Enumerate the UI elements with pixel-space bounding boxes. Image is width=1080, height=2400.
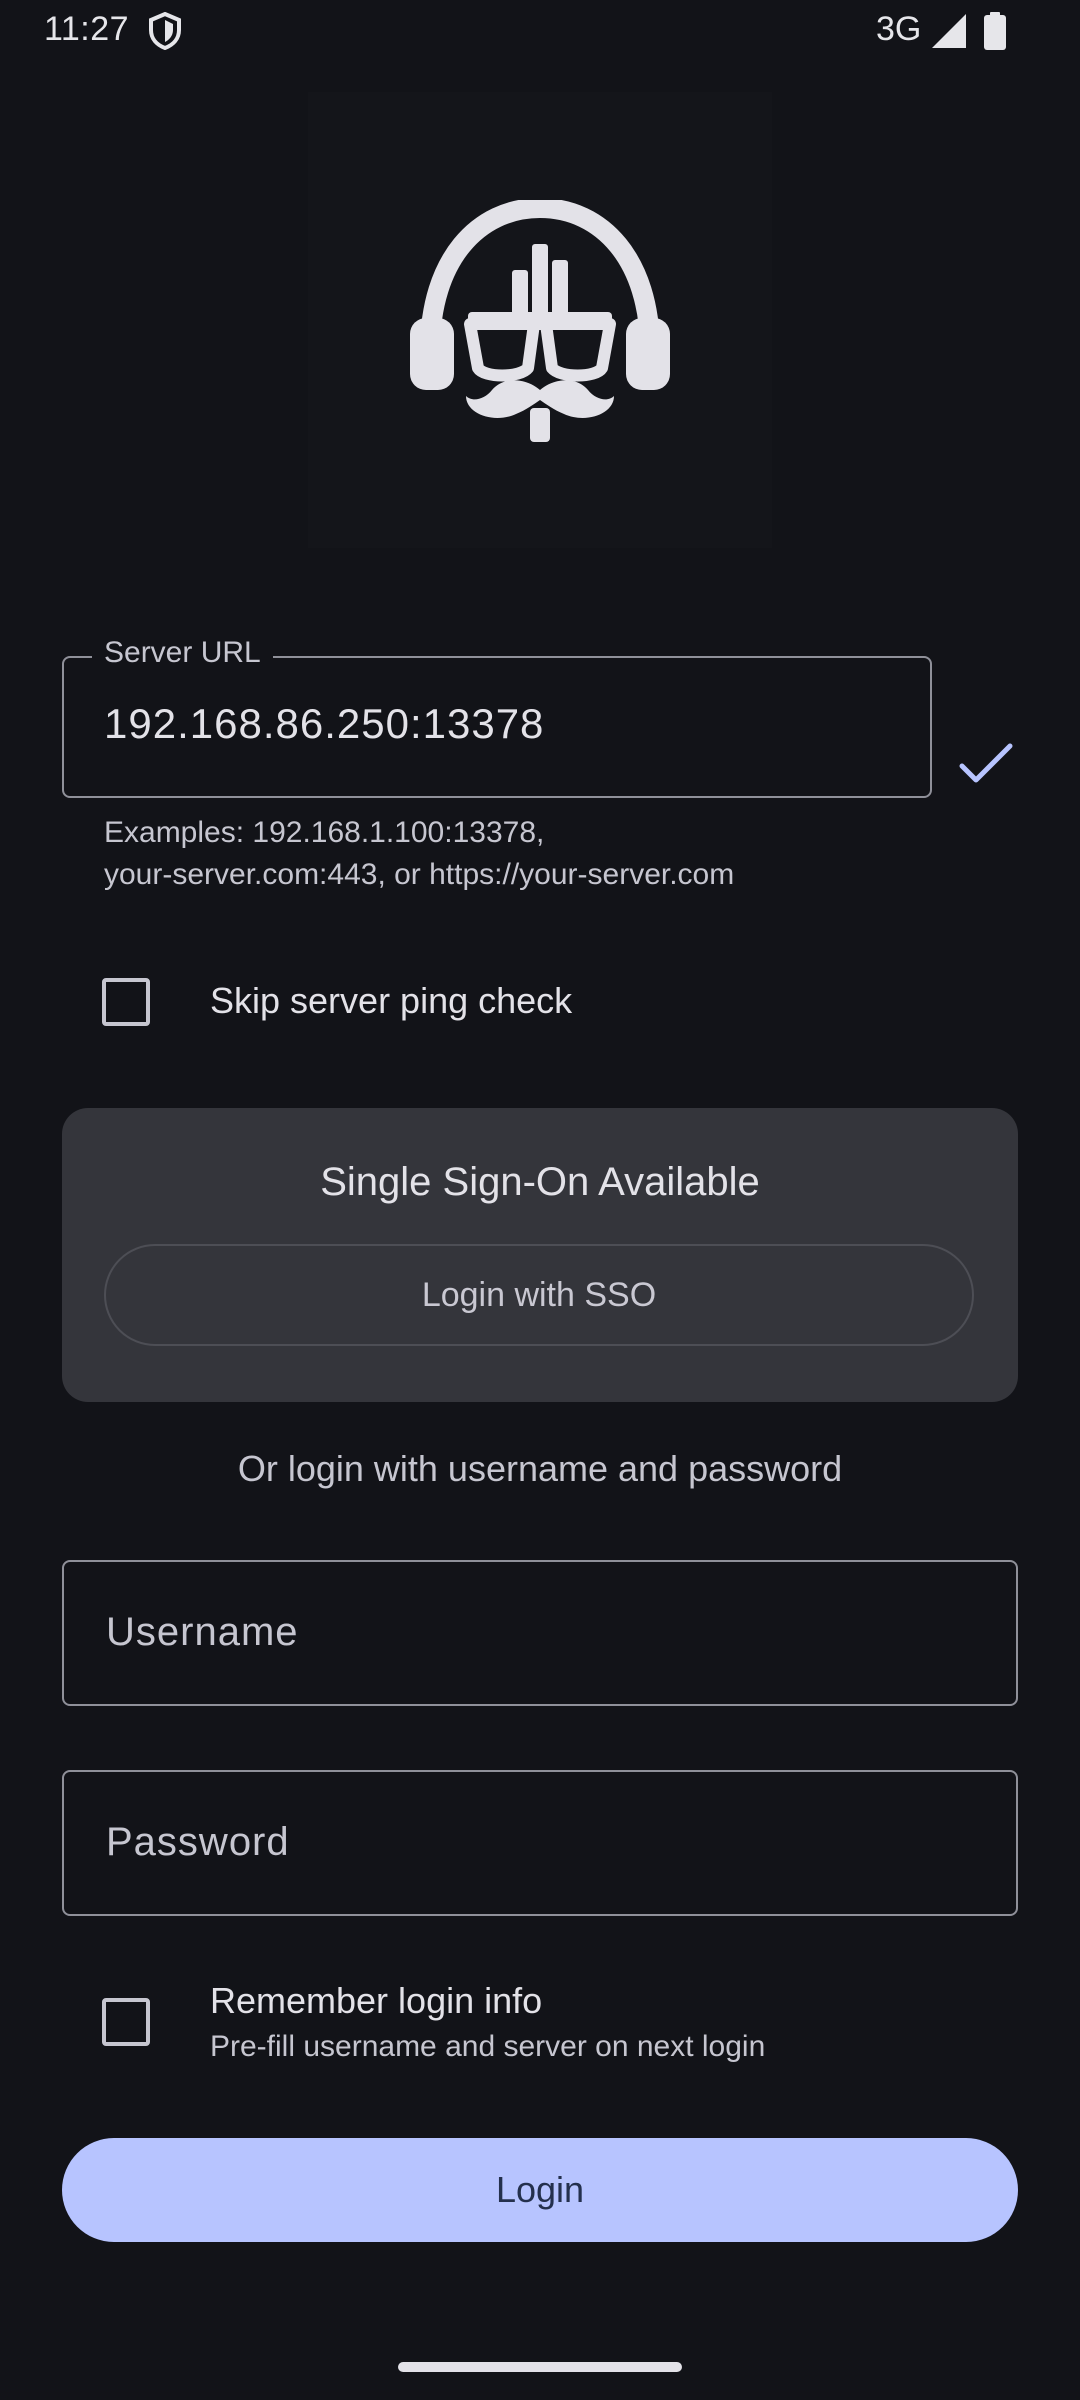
- helper-line: your-server.com:443, or https://your-ser…: [104, 858, 735, 891]
- server-url-input[interactable]: 192.168.86.250:13378: [104, 700, 544, 748]
- remember-login-checkbox[interactable]: [102, 1998, 150, 2046]
- signal-icon: [932, 14, 966, 48]
- skip-ping-label[interactable]: Skip server ping check: [210, 980, 572, 1022]
- alternate-login-text: Or login with username and password: [237, 1448, 843, 1489]
- login-with-sso-button[interactable]: Login with SSO: [104, 1244, 974, 1346]
- network-type: 3G: [876, 10, 922, 48]
- server-url-helper-text: Examples: 192.168.1.100:13378, your-serv…: [104, 812, 924, 896]
- remember-login-label[interactable]: Remember login info: [210, 1980, 542, 2022]
- sso-card: Single Sign-On Available Login with SSO: [62, 1108, 1018, 1402]
- check-icon: [959, 743, 1013, 783]
- gesture-navigation-bar[interactable]: [398, 2362, 682, 2372]
- helper-line: Examples: 192.168.1.100:13378,: [104, 816, 545, 849]
- skip-ping-checkbox[interactable]: [102, 978, 150, 1026]
- status-bar: 11:27 3G: [0, 0, 1080, 60]
- headphones-mustache-logo: [410, 200, 670, 442]
- battery-icon: [984, 12, 1006, 50]
- password-field[interactable]: Password: [62, 1770, 1018, 1916]
- password-placeholder: Password: [106, 1820, 290, 1864]
- login-button[interactable]: Login: [62, 2138, 1018, 2242]
- shield-icon: [149, 12, 181, 50]
- sso-title: Single Sign-On Available: [320, 1160, 760, 1204]
- username-placeholder: Username: [106, 1610, 299, 1654]
- remember-login-description: Pre-fill username and server on next log…: [210, 2030, 766, 2063]
- username-field[interactable]: Username: [62, 1560, 1018, 1706]
- server-url-label: Server URL: [92, 636, 273, 670]
- status-time: 11:27: [44, 10, 130, 48]
